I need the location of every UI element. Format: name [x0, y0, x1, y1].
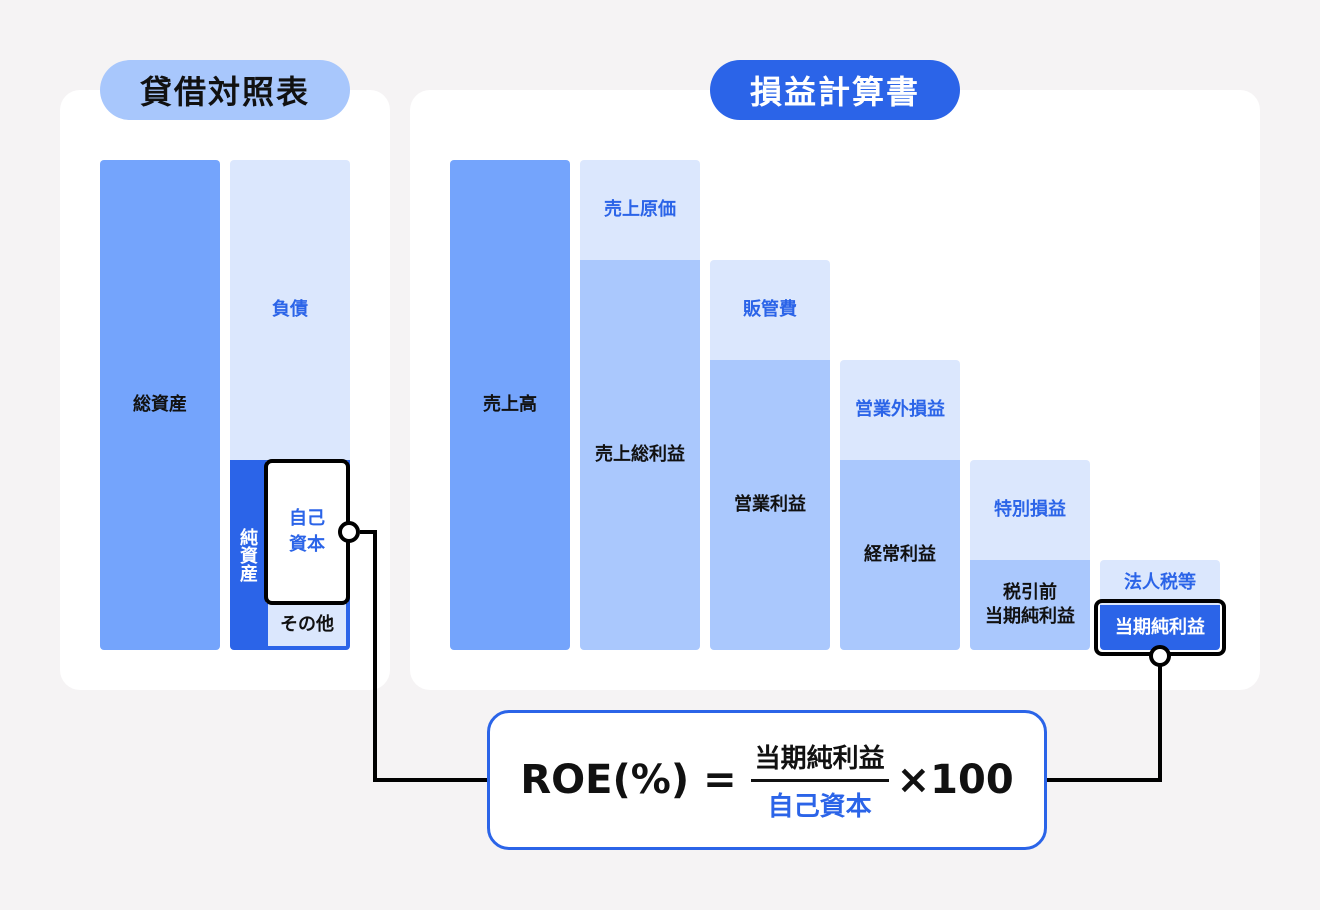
left-connector-h2 — [373, 778, 488, 782]
roe-formula-box: ROE(%) = 当期純利益 自己資本 ×100 — [487, 710, 1047, 850]
formula-equals: = — [703, 757, 737, 803]
sga-block: 販管費 — [710, 260, 830, 360]
liabilities-block: 負債 — [230, 160, 350, 460]
right-connector-v — [1158, 665, 1162, 782]
formula-numerator: 当期純利益 — [750, 738, 889, 782]
formula-fraction: 当期純利益 自己資本 — [750, 738, 889, 823]
formula-denominator: 自己資本 — [767, 791, 872, 822]
net-assets-label: 純資産 — [237, 528, 258, 582]
formula-multiplier: ×100 — [896, 757, 1014, 803]
gross-profit-block: 売上総利益 — [580, 260, 700, 650]
balance-sheet-title: 貸借対照表 — [100, 60, 350, 120]
other-equity-block: その他 — [268, 604, 346, 646]
left-connector-v — [373, 530, 377, 782]
non-operating-block: 営業外損益 — [840, 360, 960, 460]
ordinary-income-block: 経常利益 — [840, 460, 960, 650]
income-statement-title: 損益計算書 — [710, 60, 960, 120]
right-connector-h — [1046, 778, 1162, 782]
pretax-income-block: 税引前 当期純利益 — [970, 560, 1090, 650]
formula-lhs: ROE(%) — [520, 757, 690, 803]
pretax-income-line2: 当期純利益 — [985, 606, 1075, 627]
extraordinary-block: 特別損益 — [970, 460, 1090, 560]
pretax-income-line1: 税引前 — [1003, 582, 1057, 603]
total-assets-block: 総資産 — [100, 160, 220, 650]
equity-connector-dot — [338, 521, 360, 543]
net-income-connector-dot — [1149, 645, 1171, 667]
sales-block: 売上高 — [450, 160, 570, 650]
operating-income-block: 営業利益 — [710, 360, 830, 650]
cost-of-sales-block: 売上原価 — [580, 160, 700, 260]
